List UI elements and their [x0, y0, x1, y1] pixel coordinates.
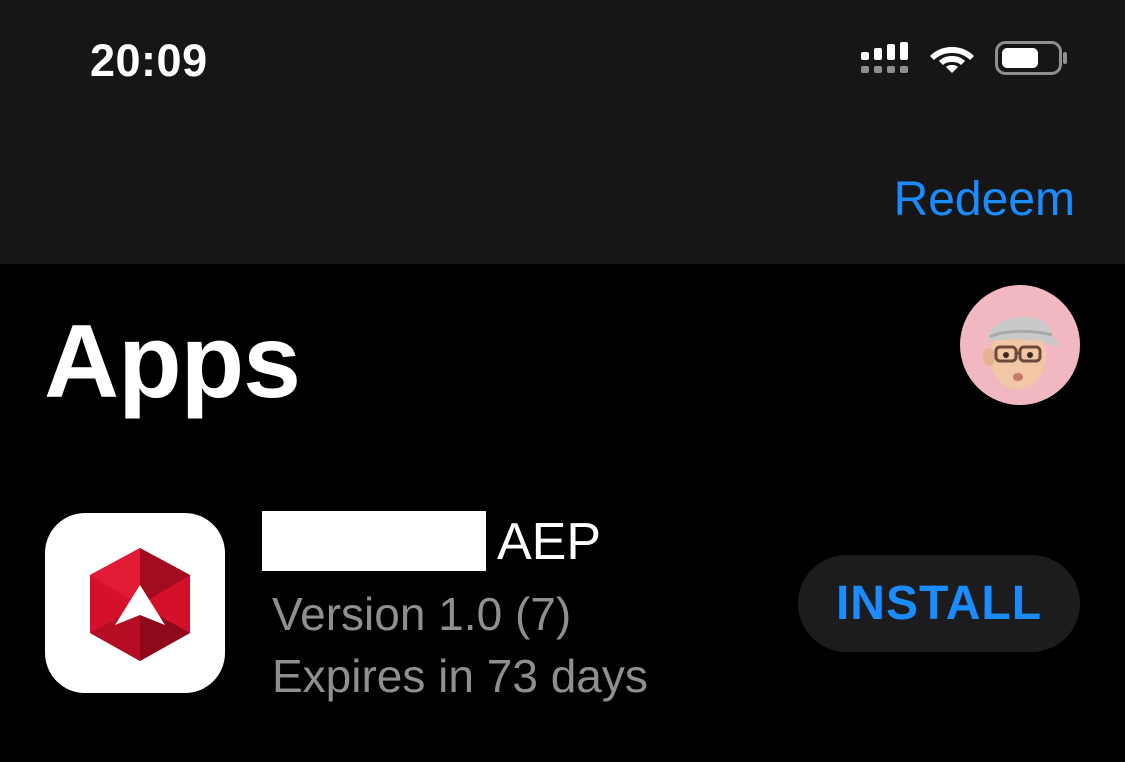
red-hexagon-app-icon	[90, 548, 190, 661]
list-item[interactable]: AEP Version 1.0 (7) Expires in 73 days I…	[0, 500, 1125, 710]
memoji-avatar-icon	[983, 316, 1060, 389]
app-screen: 20:09 Redeem Apps AEP Version 1.0 (7) Ex…	[0, 0, 1125, 762]
wifi-icon	[929, 41, 975, 80]
app-icon[interactable]	[45, 513, 225, 693]
install-button[interactable]: INSTALL	[798, 555, 1080, 652]
app-expiry: Expires in 73 days	[272, 650, 648, 702]
page-title: Apps	[44, 304, 301, 420]
redacted-app-name	[262, 511, 486, 571]
redeem-button[interactable]: Redeem	[894, 172, 1075, 228]
battery-icon	[995, 40, 1069, 80]
app-name: AEP	[497, 513, 602, 571]
cellular-signal-icon	[861, 41, 909, 79]
app-version: Version 1.0 (7)	[272, 588, 572, 640]
avatar[interactable]	[960, 285, 1080, 405]
status-time: 20:09	[90, 35, 208, 86]
top-bar: 20:09 Redeem	[0, 0, 1125, 264]
status-icons	[861, 40, 1069, 80]
